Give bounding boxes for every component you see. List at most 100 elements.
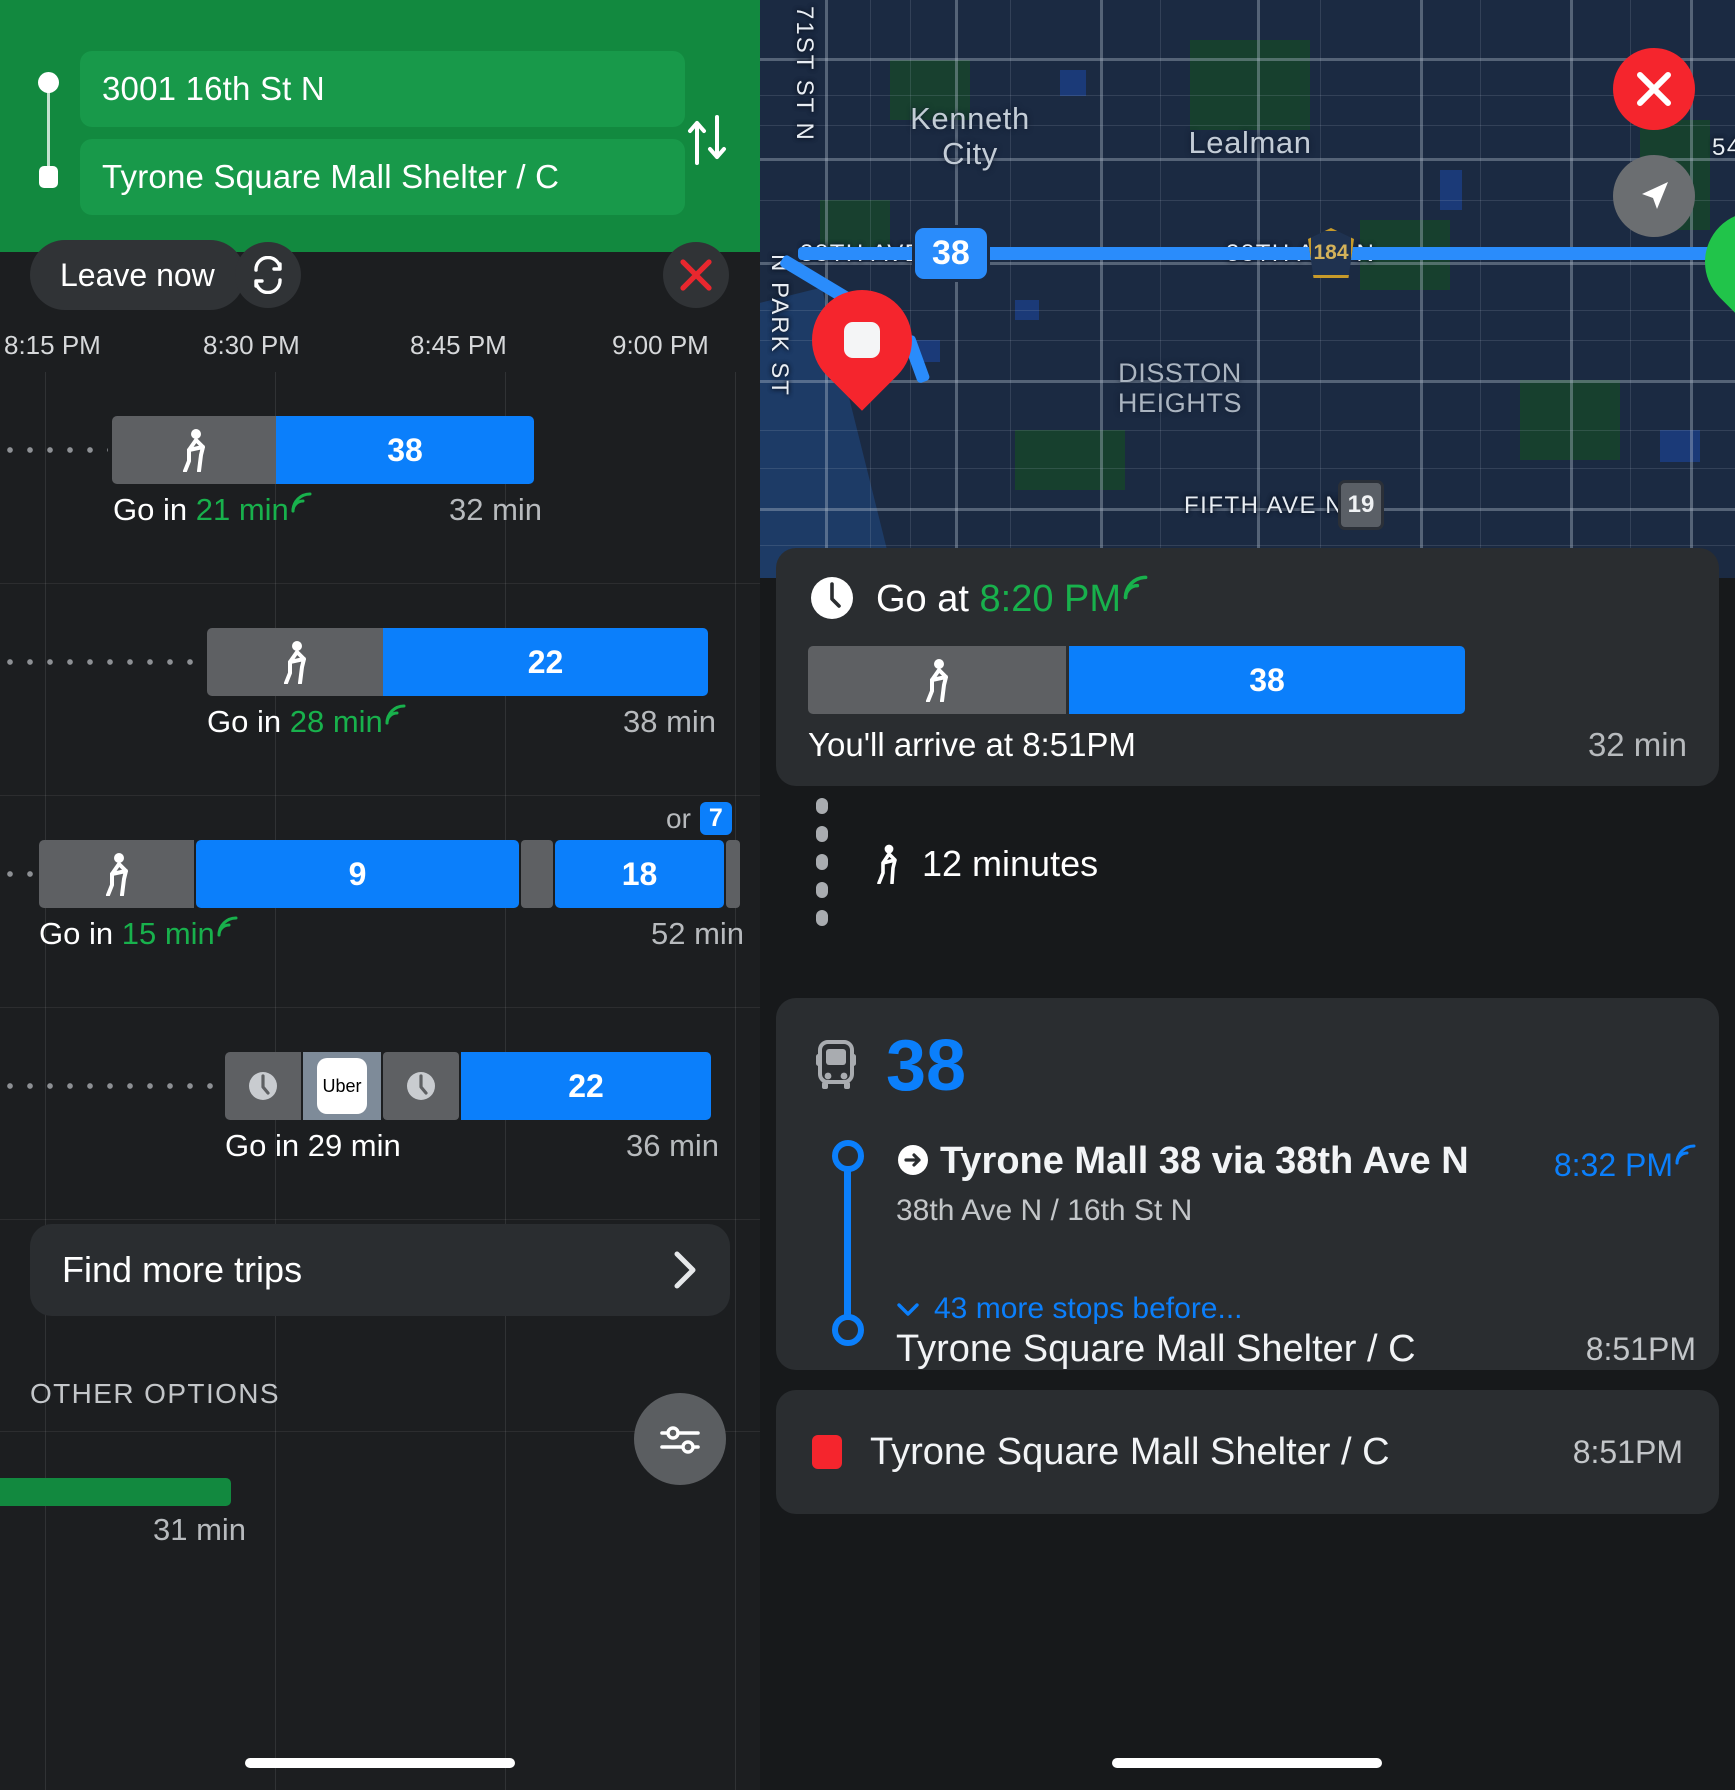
trip-segment-bus[interactable]: 18 [555, 840, 724, 908]
walk-connector-dots [816, 798, 828, 934]
timeline-axis: 8:15 PM 8:30 PM 8:45 PM 9:00 PM [0, 330, 760, 370]
refresh-button[interactable] [235, 242, 301, 308]
walk-lead-dots [0, 444, 108, 456]
trip-option-row[interactable]: or 7 9 18 Go in 15 min 52 min [0, 796, 760, 1008]
clock-icon [249, 1072, 277, 1100]
detail-segment-bus[interactable]: 38 [1069, 646, 1465, 714]
map-building [1060, 70, 1086, 96]
transit-leg-card[interactable]: 38 Tyrone Mall 38 via 38th Ave N 8:32 PM… [776, 998, 1719, 1370]
trip-segment-walk-tail[interactable] [726, 840, 740, 908]
trip-segment-bus[interactable]: 38 [276, 416, 534, 484]
alight-stop-marker [832, 1314, 864, 1346]
map-building [1440, 170, 1462, 210]
axis-tick-0: 8:15 PM [4, 330, 101, 360]
trip-option-row[interactable]: 22 Go in 28 min 38 min [0, 584, 760, 796]
walk-lead-dots [0, 868, 34, 880]
map-place-label: Kenneth City [910, 101, 1030, 171]
find-more-trips-label: Find more trips [62, 1249, 303, 1290]
trip-detail-sheet: Go at 8:20 PM 38 You'll arrive at 8:51PM… [760, 548, 1735, 1790]
filter-settings-button[interactable] [634, 1393, 726, 1485]
trip-duration: 38 min [623, 704, 717, 739]
destination-input[interactable]: Tyrone Square Mall Shelter / C [80, 139, 685, 215]
other-option-bar[interactable] [0, 1478, 231, 1506]
map-street [760, 58, 1735, 61]
walking-person-icon [105, 853, 128, 896]
or-label: or [666, 802, 691, 834]
trip-segment-wait[interactable] [225, 1052, 301, 1120]
detail-segment-walk[interactable] [808, 646, 1066, 714]
trip-controls-row: Leave now [0, 240, 760, 312]
map-minor-street [910, 0, 911, 578]
destination-card[interactable]: Tyrone Square Mall Shelter / C 8:51PM [776, 1390, 1719, 1514]
map-minor-street [870, 0, 871, 578]
map-place-label: DISSTON HEIGHTS [1117, 358, 1243, 419]
map-street-label: 71ST ST N [791, 6, 818, 142]
trip-segment-uber[interactable]: Uber [303, 1052, 381, 1120]
uber-icon: Uber [317, 1058, 367, 1114]
trip-planner-panel: 3001 16th St N Tyrone Square Mall Shelte… [0, 0, 760, 1790]
map-street [955, 0, 958, 578]
alternate-route-badge[interactable]: or 7 [666, 802, 732, 835]
find-more-trips-button[interactable]: Find more trips [30, 1224, 730, 1316]
destination-name: Tyrone Square Mall Shelter / C [870, 1430, 1390, 1473]
live-signal-icon [1675, 1144, 1696, 1165]
walk-lead-dots [0, 656, 204, 668]
trip-segment-bus[interactable]: 22 [383, 628, 708, 696]
trip-segment-bus[interactable]: 9 [196, 840, 519, 908]
arrival-text: You'll arrive at 8:51PM [808, 726, 1136, 763]
route-headsign-text: Tyrone Mall 38 via 38th Ave N [940, 1140, 1469, 1182]
trip-segment-walk[interactable] [112, 416, 276, 484]
walk-leg-row: 12 minutes [872, 843, 1098, 885]
recenter-location-button[interactable] [1613, 155, 1695, 237]
trip-segment-bus[interactable]: 22 [461, 1052, 711, 1120]
live-signal-icon [385, 704, 406, 725]
map-street [1570, 0, 1573, 578]
trip-option-row[interactable]: 38 Go in 21 min 32 min [0, 372, 760, 584]
map-park [1015, 430, 1125, 490]
trip-option-row[interactable]: Uber 22 Go in 29 min 36 min [0, 1008, 760, 1220]
map-minor-street [1010, 0, 1011, 578]
trip-segment-walk[interactable] [39, 840, 194, 908]
walking-person-icon [183, 429, 205, 472]
departure-card[interactable]: Go at 8:20 PM 38 You'll arrive at 8:51PM… [776, 548, 1719, 786]
map-route-badge[interactable]: 38 [915, 228, 987, 279]
map-close-button[interactable] [1613, 48, 1695, 130]
walking-person-icon [877, 844, 897, 884]
leave-now-button[interactable]: Leave now [30, 240, 245, 310]
map-minor-street [760, 95, 1735, 96]
trip-segment-transfer-wait[interactable] [521, 840, 553, 908]
trip-total-duration: 32 min [1587, 726, 1687, 763]
destination-square-icon [39, 166, 58, 188]
home-indicator [1112, 1758, 1382, 1768]
trip-departure-label: Go in 29 min [225, 1128, 401, 1163]
alight-stop-row: Tyrone Square Mall Shelter / C 8:51PM [896, 1328, 1696, 1371]
map-view[interactable]: Kenneth City Lealman DISSTON HEIGHTS 71S… [760, 0, 1735, 578]
trip-duration: 32 min [449, 492, 543, 527]
close-trip-button[interactable] [663, 242, 729, 308]
trip-segment-walk[interactable] [207, 628, 383, 696]
trip-departure-value: 15 min [121, 916, 215, 951]
live-signal-icon [291, 492, 312, 513]
map-minor-street [760, 200, 1735, 201]
close-x-icon [680, 259, 712, 291]
axis-tick-1: 8:30 PM [203, 330, 300, 360]
bus-icon [816, 1040, 856, 1089]
map-park [1190, 40, 1310, 130]
swap-endpoints-button[interactable] [672, 105, 742, 175]
map-street-label: FIFTH AVE N [1184, 492, 1345, 519]
map-building [1660, 430, 1700, 462]
walk-lead-dots [0, 1080, 222, 1092]
alternate-route-number: 7 [699, 802, 732, 835]
origin-input[interactable]: 3001 16th St N [80, 51, 685, 127]
tune-sliders-icon [660, 1426, 700, 1454]
transit-app-screen: 3001 16th St N Tyrone Square Mall Shelte… [0, 0, 1735, 1790]
trip-segment-wait[interactable] [383, 1052, 459, 1120]
expand-more-stops-button[interactable]: 43 more stops before... [896, 1292, 1243, 1326]
departure-footer: You'll arrive at 8:51PM 32 min [808, 726, 1687, 764]
map-minor-street [760, 310, 1735, 311]
trip-options-list: 38 Go in 21 min 32 min 22 Go in 28 min 3… [0, 372, 760, 1220]
map-minor-street [760, 468, 1735, 469]
walking-person-icon [284, 641, 306, 684]
map-minor-street [1480, 0, 1481, 578]
route-connector-line [47, 92, 50, 174]
